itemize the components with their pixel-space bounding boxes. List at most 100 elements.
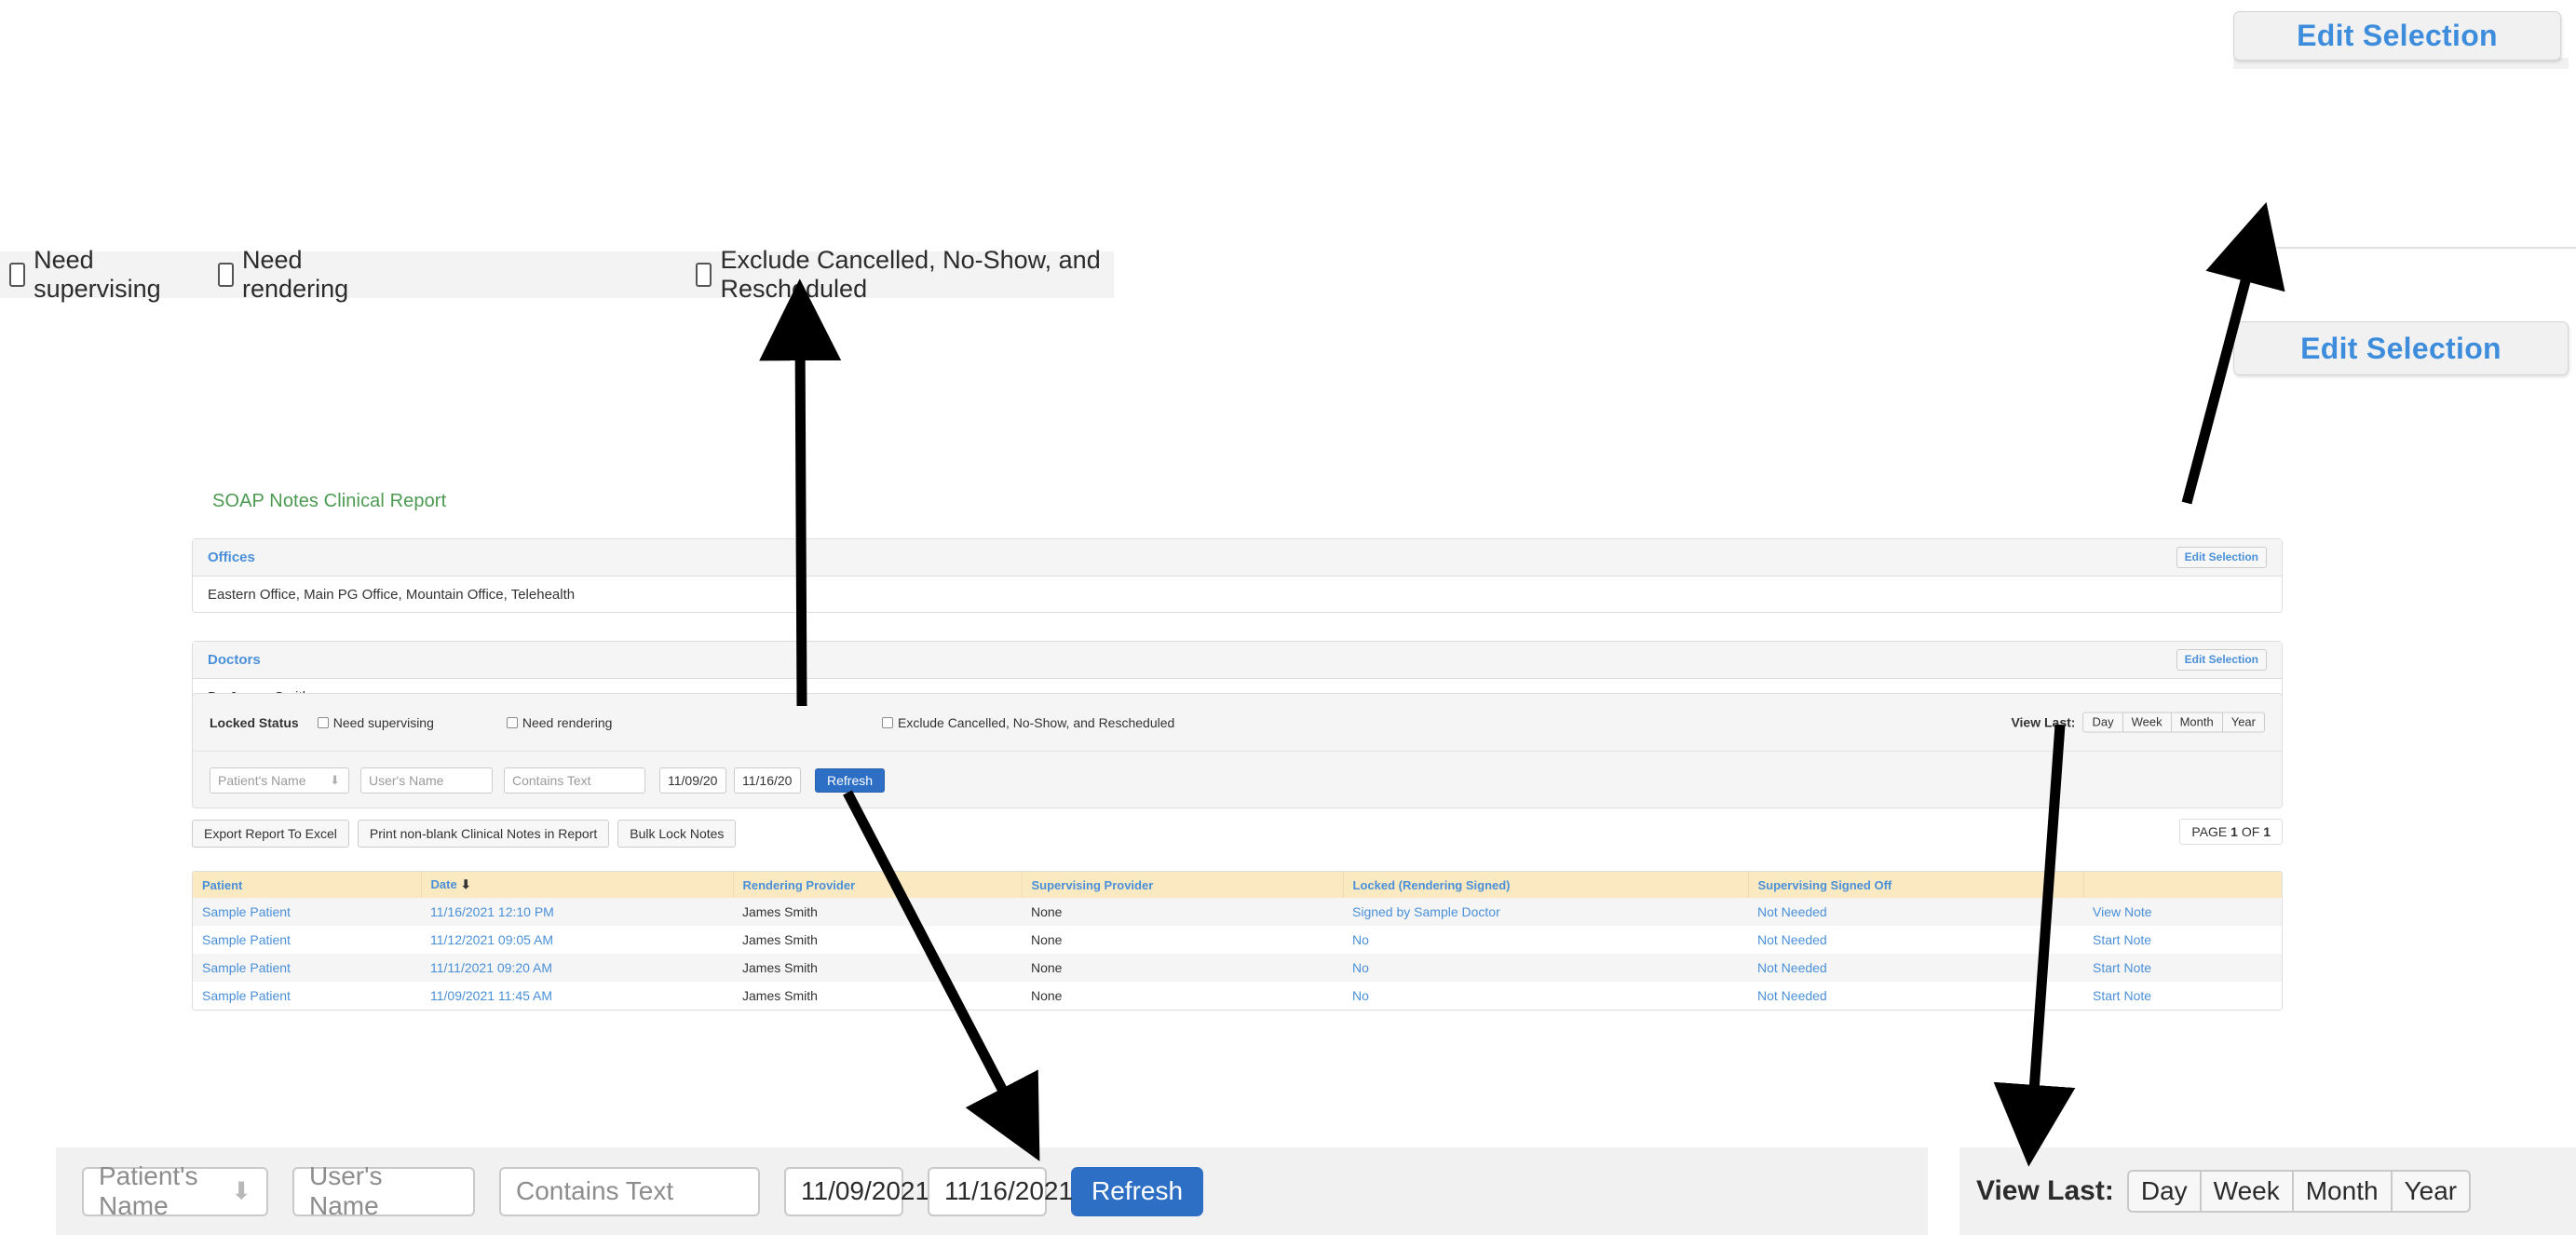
cell-locked[interactable]: No: [1343, 982, 1748, 1010]
cell-supervising-signed-off: Not Needed: [1757, 960, 1827, 975]
cell-action[interactable]: Start Note: [2083, 982, 2282, 1010]
export-report-to-excel-button[interactable]: Export Report To Excel: [192, 820, 349, 848]
cell-action[interactable]: View Note: [2083, 898, 2282, 926]
need-supervising-label: Need supervising: [332, 714, 434, 730]
view-last-day-button[interactable]: Day: [2082, 712, 2122, 733]
offices-edit-selection-button[interactable]: Edit Selection: [2176, 546, 2267, 569]
callout-view-last-month-button[interactable]: Month: [2291, 1170, 2391, 1213]
cell-patient[interactable]: Sample Patient: [193, 982, 421, 1010]
cell-rendering-provider: James Smith: [742, 988, 818, 1003]
cell-patient[interactable]: Sample Patient: [193, 898, 421, 926]
column-header-supervising-signed-off[interactable]: Supervising Signed Off: [1748, 872, 2084, 898]
callout-exclude-label: Exclude Cancelled, No-Show, and Reschedu…: [720, 246, 1101, 303]
user-name-input[interactable]: [360, 767, 493, 794]
need-supervising-checkbox-row[interactable]: Need supervising: [317, 714, 434, 730]
callout-need-supervising-checkbox[interactable]: [9, 263, 26, 287]
date-to-input[interactable]: [734, 767, 801, 794]
table-header: Patient Date ⬇ Rendering Provider Supervi…: [193, 872, 2282, 898]
report-table-container: Patient Date ⬇ Rendering Provider Supervi…: [192, 871, 2283, 1011]
exclude-cancelled-checkbox[interactable]: [882, 716, 893, 728]
cell-date[interactable]: 11/11/2021 09:20 AM: [421, 954, 733, 982]
filter-form-callout: Patient's Name ⬇ User's Name Contains Te…: [56, 1147, 1928, 1235]
callout-refresh-button[interactable]: Refresh: [1071, 1166, 1204, 1216]
column-header-patient[interactable]: Patient: [193, 872, 422, 898]
doctors-edit-selection-button[interactable]: Edit Selection: [2176, 648, 2267, 672]
offices-panel-header: Offices Edit Selection: [193, 539, 2282, 577]
cell-rendering-provider: James Smith: [742, 960, 818, 975]
table-row: Sample Patient 11/16/2021 12:10 PM James…: [193, 898, 2282, 926]
cell-locked[interactable]: No: [1343, 954, 1748, 982]
callout-need-rendering-row[interactable]: Need rendering: [217, 246, 368, 304]
table-row: Sample Patient 11/09/2021 11:45 AM James…: [193, 982, 2282, 1010]
edit-selection-callout-second[interactable]: Edit Selection: [2233, 321, 2569, 375]
annotation-arrows: [759, 201, 2285, 1167]
callout-need-supervising-label: Need supervising: [34, 246, 161, 303]
bulk-lock-notes-button[interactable]: Bulk Lock Notes: [617, 820, 737, 848]
column-header-rendering-provider[interactable]: Rendering Provider: [733, 872, 1023, 898]
callout-need-rendering-checkbox[interactable]: [217, 263, 235, 287]
edit-selection-callout-second-label: Edit Selection: [2300, 331, 2501, 365]
column-header-date[interactable]: Date ⬇: [421, 872, 734, 898]
offices-panel: Offices Edit Selection Eastern Office, M…: [192, 538, 2283, 613]
contains-text-input[interactable]: [504, 767, 645, 794]
cell-rendering-provider: James Smith: [742, 904, 818, 919]
print-clinical-notes-button[interactable]: Print non-blank Clinical Notes in Report: [357, 820, 610, 848]
cell-patient[interactable]: Sample Patient: [193, 954, 421, 982]
cell-rendering-provider: James Smith: [742, 932, 818, 947]
need-rendering-checkbox-row[interactable]: Need rendering: [506, 714, 613, 730]
column-header-supervising-provider[interactable]: Supervising Provider: [1022, 872, 1344, 898]
page-of: OF: [2241, 824, 2260, 839]
callout-exclude-row[interactable]: Exclude Cancelled, No-Show, and Reschedu…: [696, 246, 1114, 304]
exclude-cancelled-checkbox-row[interactable]: Exclude Cancelled, No-Show, and Reschedu…: [882, 715, 1174, 730]
page-prefix: PAGE: [2191, 824, 2228, 839]
column-header-locked[interactable]: Locked (Rendering Signed): [1343, 872, 1749, 898]
patient-name-select[interactable]: [210, 767, 349, 794]
locked-status-label: Locked Status: [210, 714, 299, 730]
cell-action[interactable]: Start Note: [2083, 926, 2282, 954]
cell-date[interactable]: 11/12/2021 09:05 AM: [421, 926, 733, 954]
cell-supervising-signed-off: Not Needed: [1757, 988, 1827, 1003]
need-supervising-checkbox[interactable]: [317, 716, 329, 728]
view-last-button-group: Day Week Month Year: [2082, 712, 2265, 733]
callout-view-last-year-button[interactable]: Year: [2390, 1170, 2472, 1213]
cell-locked[interactable]: Signed by Sample Doctor: [1343, 898, 1748, 926]
callout-exclude-checkbox[interactable]: [696, 263, 712, 287]
soap-notes-table: Patient Date ⬇ Rendering Provider Supervi…: [193, 872, 2282, 1010]
callout-date-from-input[interactable]: 11/09/2021: [784, 1166, 929, 1216]
cell-supervising-provider: None: [1031, 988, 1063, 1003]
view-last-week-button[interactable]: Week: [2122, 712, 2171, 733]
view-last-year-button[interactable]: Year: [2221, 712, 2265, 733]
offices-panel-body: Eastern Office, Main PG Office, Mountain…: [193, 577, 2282, 613]
patient-name-select-wrap[interactable]: ⬇: [210, 767, 349, 794]
filter-row-inputs: ⬇ Refresh: [193, 752, 2282, 808]
callout-view-last-week-button[interactable]: Week: [2199, 1170, 2292, 1213]
callout-patient-name-select[interactable]: Patient's Name ⬇: [82, 1161, 268, 1220]
column-header-actions: [2083, 872, 2282, 898]
callout-need-supervising-row[interactable]: Need supervising: [9, 246, 175, 304]
page-current: 1: [2230, 824, 2238, 839]
sort-descending-icon: ⬇: [460, 877, 471, 891]
cell-supervising-signed-off: Not Needed: [1757, 932, 1827, 947]
callout-view-last-button-group: Day Week Month Year: [2126, 1170, 2472, 1213]
cell-date[interactable]: 11/09/2021 11:45 AM: [421, 982, 733, 1010]
callout-user-name-input[interactable]: User's Name: [292, 1161, 475, 1220]
cell-locked[interactable]: No: [1343, 926, 1748, 954]
callout-need-rendering-label: Need rendering: [242, 246, 349, 303]
callout-contains-text-input[interactable]: Contains Text: [499, 1166, 760, 1216]
callout-date-to-input[interactable]: 11/16/2021: [928, 1166, 1073, 1216]
filter-row-checkboxes: Locked Status Need supervising Need rend…: [193, 694, 2282, 752]
date-from-input[interactable]: [659, 767, 726, 794]
view-last-label: View Last:: [2011, 714, 2076, 730]
edit-selection-callout-top[interactable]: Edit Selection: [2233, 11, 2561, 61]
checkbox-strip-callout: Need supervising Need rendering Exclude …: [0, 246, 1114, 303]
cell-date[interactable]: 11/16/2021 12:10 PM: [421, 898, 733, 926]
cell-action[interactable]: Start Note: [2083, 954, 2282, 982]
callout-view-last-label: View Last:: [1976, 1175, 2114, 1206]
view-last-month-button[interactable]: Month: [2170, 712, 2222, 733]
callout-view-last-day-button[interactable]: Day: [2126, 1170, 2200, 1213]
cell-patient[interactable]: Sample Patient: [193, 926, 421, 954]
cell-supervising-signed-off: Not Needed: [1757, 904, 1827, 919]
refresh-button[interactable]: Refresh: [815, 767, 886, 793]
need-rendering-checkbox[interactable]: [506, 716, 518, 728]
need-rendering-label: Need rendering: [522, 714, 613, 730]
